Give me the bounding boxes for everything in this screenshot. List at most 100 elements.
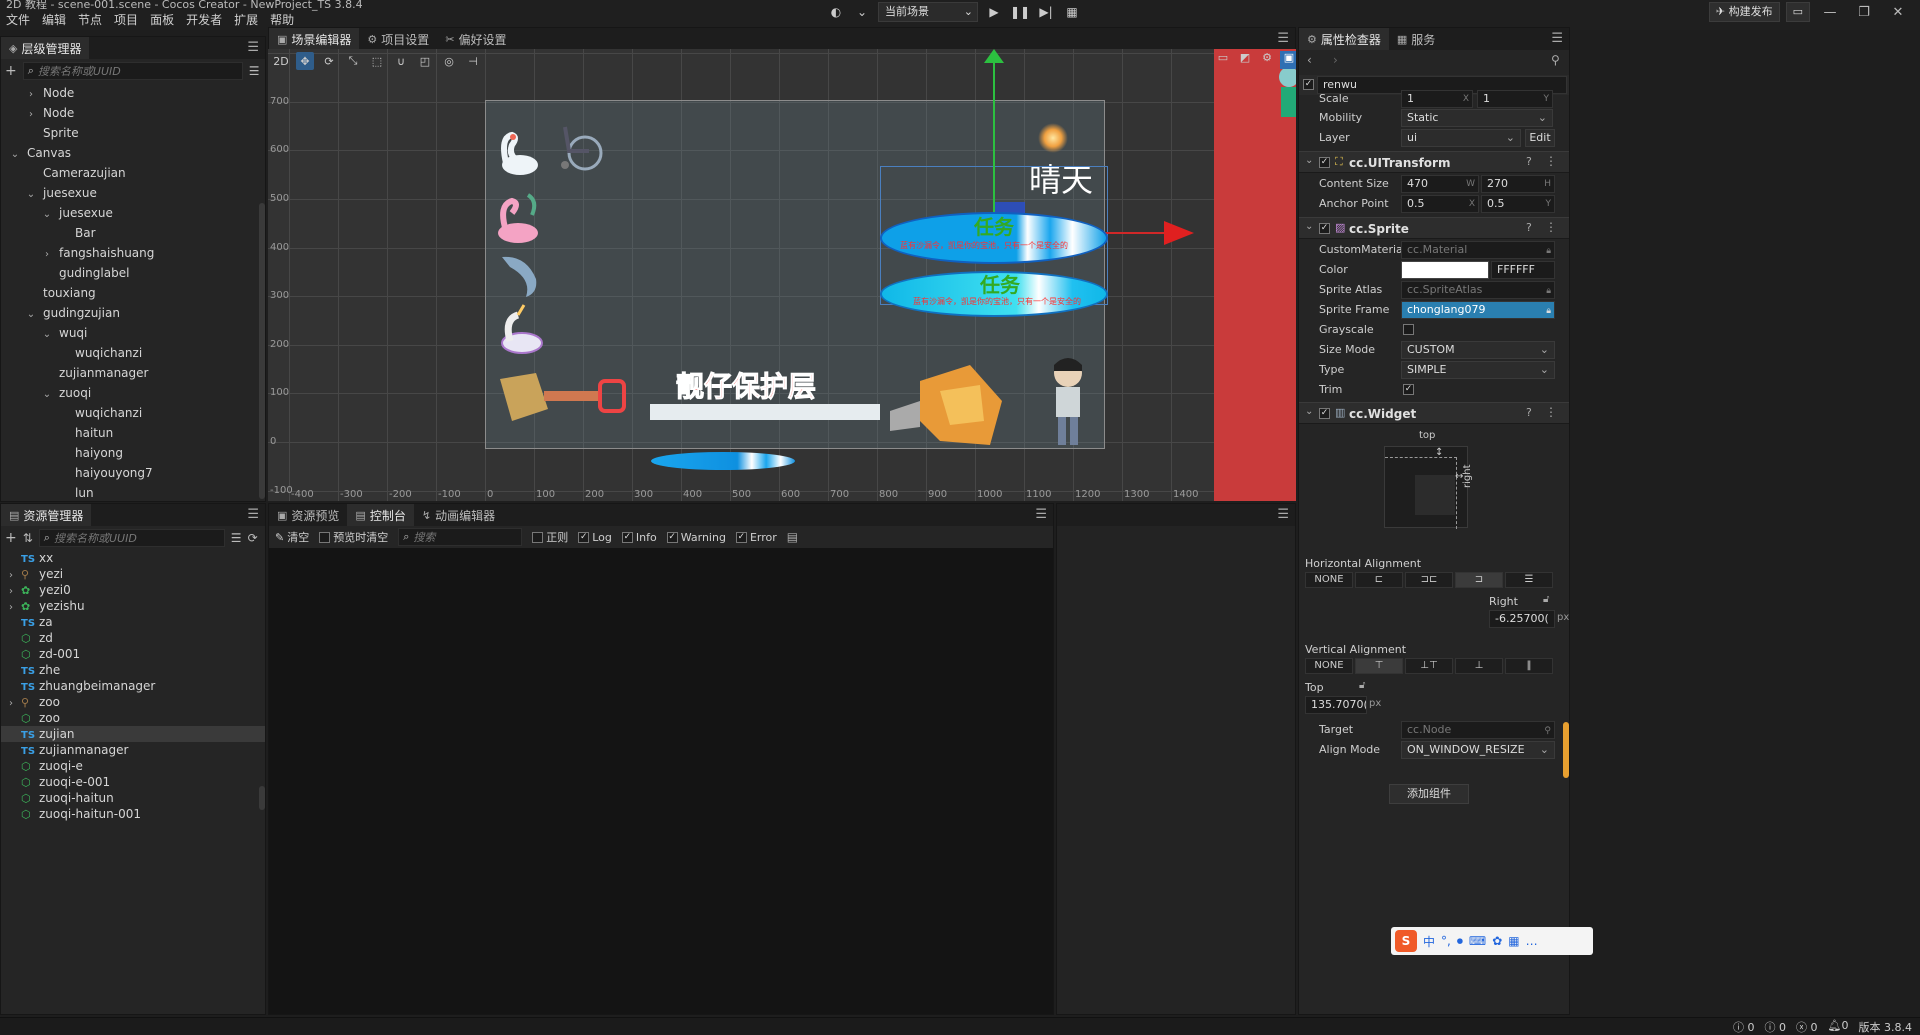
refresh-icon[interactable]: ⟳ — [248, 531, 258, 545]
wheelchair-sprite[interactable] — [555, 121, 607, 173]
hierarchy-node[interactable]: lun — [1, 483, 265, 501]
asset-item[interactable]: TS xx — [1, 550, 265, 566]
chevron-right-icon[interactable]: › — [25, 85, 37, 105]
hierarchy-node[interactable]: › fangshaishuang — [1, 243, 265, 263]
microphone-icon[interactable]: ⏺ — [1457, 934, 1463, 949]
snapshot-icon[interactable]: ▣ — [1280, 51, 1296, 69]
move-tool-icon[interactable]: ✥ — [296, 52, 314, 70]
chevron-down-icon[interactable]: ⌄ — [25, 185, 37, 205]
close-icon[interactable]: ✕ — [1884, 5, 1912, 20]
build-button[interactable]: ✈ 构建发布 — [1708, 2, 1780, 22]
pause-icon[interactable]: ❚❚ — [1010, 3, 1030, 21]
checkbox-checked[interactable]: ✓ — [666, 531, 678, 543]
regex-toggle[interactable]: 正则 — [532, 529, 568, 545]
assets-search[interactable]: ⌕ 搜索名称或UUID — [38, 529, 225, 547]
more-icon[interactable]: ⋮ — [1545, 220, 1557, 234]
checkbox-checked[interactable]: ✓ — [578, 531, 590, 543]
gear-icon[interactable]: ⚙ — [1258, 51, 1276, 69]
scene-viewport[interactable]: 700 600 500 400 300 200 100 0 -100 -400 -300 -200 -1… — [268, 49, 1296, 501]
tab-asset-preview[interactable]: ▣ 资源预览 — [269, 504, 347, 526]
asset-item[interactable]: TS zujian — [1, 726, 265, 742]
align-mode-select[interactable]: ON_WINDOW_RESIZE ⌄ — [1401, 741, 1555, 759]
shield-bar[interactable] — [650, 404, 880, 420]
scale-x-input[interactable]: 1X — [1401, 90, 1473, 108]
swan-sprite[interactable] — [496, 127, 540, 177]
grid-layout-icon[interactable]: ▦ — [1062, 3, 1082, 21]
right-value-input[interactable]: -6.25700( — [1489, 610, 1555, 628]
asset-item[interactable]: ⬡ zd-001 — [1, 646, 265, 662]
assets-scrollbar[interactable] — [259, 786, 265, 810]
help-icon[interactable]: ? — [1526, 155, 1532, 168]
tab-services[interactable]: ▦ 服务 — [1389, 28, 1443, 50]
add-component-button[interactable]: 添加组件 — [1389, 784, 1469, 804]
asset-item[interactable]: TS zujianmanager — [1, 742, 265, 758]
help-icon[interactable]: ? — [1526, 406, 1532, 419]
asset-item[interactable]: › ✿ yezi0 — [1, 582, 265, 598]
character-sprite[interactable] — [1036, 355, 1098, 447]
clear-button[interactable]: ✎ 清空 — [275, 529, 309, 545]
lock-icon[interactable]: 🔒︎ — [1546, 303, 1551, 318]
sort-icon[interactable]: ☰ — [249, 64, 260, 78]
asset-item[interactable]: TS za — [1, 614, 265, 630]
minimize-icon[interactable]: — — [1816, 5, 1844, 20]
chevron-down-icon[interactable]: ⌄ — [41, 325, 53, 345]
filter-info[interactable]: ✓ Info — [621, 531, 657, 544]
top-value-input[interactable]: 135.7070( — [1305, 696, 1367, 714]
layout-icon[interactable]: ▭ — [1214, 51, 1232, 69]
camera-icon[interactable]: ◩ — [1236, 51, 1254, 69]
checkbox-checked[interactable]: ✓ — [735, 531, 747, 543]
gizmo-x-arrow[interactable] — [1164, 221, 1194, 245]
chevron-down-icon[interactable]: ⌄ — [41, 205, 53, 225]
tab-console[interactable]: ▤ 控制台 — [347, 504, 414, 526]
chevron-down-icon[interactable]: ⌄ — [852, 3, 872, 21]
asset-item[interactable]: › ⚲ zoo — [1, 694, 265, 710]
type-select[interactable]: SIMPLE ⌄ — [1401, 361, 1555, 379]
tab-animation-editor[interactable]: ↯ 动画编辑器 — [414, 504, 503, 526]
menu-developer[interactable]: 开发者 — [180, 11, 228, 29]
color-hex-input[interactable]: FFFFFF — [1491, 261, 1555, 279]
width-input[interactable]: 470 W — [1401, 175, 1479, 193]
add-icon[interactable]: + — [5, 530, 17, 546]
unicorn-float-sprite[interactable] — [496, 303, 552, 357]
asset-item[interactable]: ⬡ zuoqi-haitun-001 — [1, 806, 265, 822]
chevron-right-icon[interactable]: › — [25, 105, 37, 125]
unlock-icon[interactable]: 🔓︎ — [1543, 594, 1549, 605]
inspector-scrollbar[interactable] — [1563, 722, 1569, 778]
hierarchy-node[interactable]: ⌄ juesexue — [1, 203, 265, 223]
align-left-icon[interactable]: ⊏ — [1355, 572, 1403, 588]
height-input[interactable]: 270 H — [1481, 175, 1555, 193]
layer-edit-button[interactable]: Edit — [1525, 129, 1555, 147]
asset-item[interactable]: ⬡ zd — [1, 630, 265, 646]
gizmo-y-arrow[interactable] — [984, 49, 1004, 63]
rotate-tool-icon[interactable]: ⟳ — [320, 52, 338, 70]
sun-sprite[interactable] — [1038, 123, 1068, 153]
hierarchy-node[interactable]: touxiang — [1, 283, 265, 303]
menu-project[interactable]: 项目 — [108, 11, 144, 29]
hierarchy-node[interactable]: ⌄ Canvas — [1, 143, 265, 163]
uitransform-enabled-checkbox[interactable]: ✓ — [1319, 157, 1330, 168]
console-search[interactable]: ⌕ 搜索 — [398, 528, 523, 546]
hierarchy-node[interactable]: wuqichanzi — [1, 403, 265, 423]
warn-count[interactable]: ⓘ 0 — [1765, 1019, 1787, 1035]
offscreen-character-sprite[interactable] — [1277, 63, 1296, 123]
menu-icon[interactable]: ☰ — [247, 40, 259, 55]
align-top-icon[interactable]: ⊤ — [1355, 658, 1403, 674]
add-icon[interactable]: + — [5, 63, 17, 79]
align-center-v-icon[interactable]: ⊥⊤ — [1405, 658, 1453, 674]
menu-edit[interactable]: 编辑 — [36, 11, 72, 29]
asset-item[interactable]: ⬡ zuoqi-e — [1, 758, 265, 774]
hierarchy-scrollbar[interactable] — [259, 203, 265, 499]
document-icon[interactable]: ▤ — [787, 530, 798, 544]
hierarchy-node[interactable]: haitun — [1, 423, 265, 443]
forward-icon[interactable]: › — [1333, 53, 1338, 67]
restore-icon[interactable]: ❐ — [1850, 5, 1878, 20]
menu-node[interactable]: 节点 — [72, 11, 108, 29]
asset-item[interactable]: TS zhuangbeimanager — [1, 678, 265, 694]
target-field[interactable]: cc.Node ⚲ — [1401, 721, 1555, 739]
layer-select[interactable]: ui ⌄ — [1401, 129, 1521, 147]
custom-material-field[interactable]: cc.Material 🔒︎ — [1401, 241, 1555, 259]
mech-sprite[interactable] — [880, 361, 1008, 449]
mode-2d-button[interactable]: 2D — [272, 52, 290, 70]
menu-icon[interactable]: ☰ — [1277, 507, 1289, 522]
filter-warning[interactable]: ✓ Warning — [666, 531, 726, 544]
